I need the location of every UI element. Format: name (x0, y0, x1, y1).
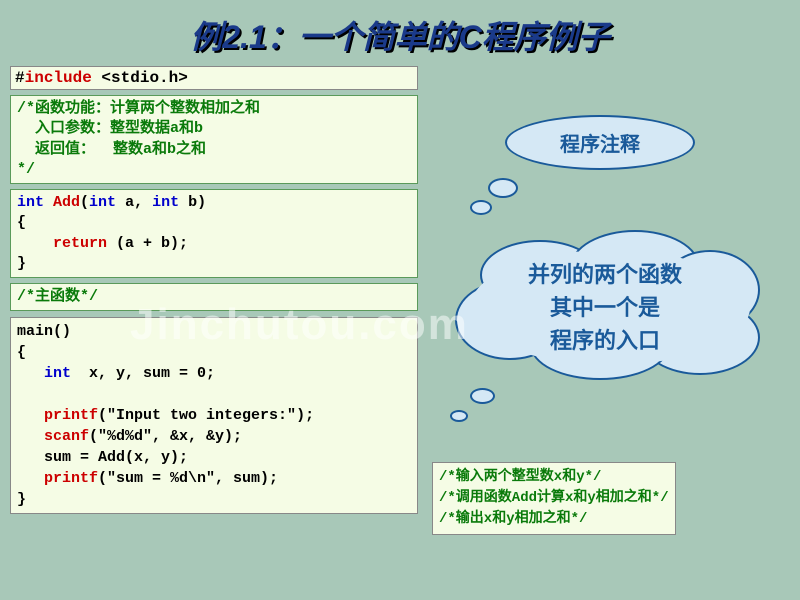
fn-scanf: scanf (44, 428, 89, 445)
kw-int2: int (89, 194, 116, 211)
indent (17, 235, 53, 252)
kw-return: return (53, 235, 107, 252)
blank-line (17, 386, 26, 403)
include-header: <stdio.h> (92, 69, 188, 87)
kw-int-main: int (44, 365, 71, 382)
sum-assign: sum = Add(x, y); (17, 449, 188, 466)
indent2 (17, 365, 44, 382)
cloud-text: 并列的两个函数 其中一个是 程序的入口 (440, 258, 770, 357)
main-comment: /*主函数*/ (10, 283, 418, 311)
include-line: #include <stdio.h> (10, 66, 418, 90)
thought-bubble-dot (470, 388, 495, 404)
thought-bubble-dot (450, 410, 468, 422)
side-comments-block: /*输入两个整型数x和y*/ /*调用函数Add计算x和y相加之和*/ /*输出… (432, 462, 676, 535)
thought-bubble-dot (470, 200, 492, 215)
return-expr: (a + b); (107, 235, 188, 252)
main-brace-open: { (17, 344, 26, 361)
indent4 (17, 428, 44, 445)
scanf-args: ("%d%d", &x, &y); (89, 428, 242, 445)
kw-int: int (17, 194, 53, 211)
paren: ( (80, 194, 89, 211)
main-decl: main() (17, 323, 71, 340)
cloud-line2: 其中一个是 (440, 291, 770, 324)
main-brace-close: } (17, 491, 26, 508)
fn-printf1: printf (44, 407, 98, 424)
add-function-block: int Add(int a, int b) { return (a + b); … (10, 189, 418, 278)
param-a: a, (116, 194, 152, 211)
brace-close: } (17, 255, 26, 272)
printf2-args: ("sum = %d\n", sum); (98, 470, 278, 487)
main-function-block: main() { int x, y, sum = 0; printf("Inpu… (10, 317, 418, 514)
brace-open: { (17, 214, 26, 231)
annotation-cloud-functions: 并列的两个函数 其中一个是 程序的入口 (440, 230, 770, 380)
printf1-args: ("Input two integers:"); (98, 407, 314, 424)
vars-decl: x, y, sum = 0; (71, 365, 215, 382)
fn-name-add: Add (53, 194, 80, 211)
slide-title: 例2.1：一个简单的C程序例子 (0, 0, 800, 66)
param-b: b) (179, 194, 206, 211)
annotation-bubble-comments: 程序注释 (505, 115, 695, 170)
include-keyword: include (25, 69, 92, 87)
indent5 (17, 470, 44, 487)
cloud-line1: 并列的两个函数 (440, 258, 770, 291)
kw-int3: int (152, 194, 179, 211)
thought-bubble-dot (488, 178, 518, 198)
hash: # (15, 69, 25, 87)
bubble1-text: 程序注释 (560, 128, 640, 157)
indent3 (17, 407, 44, 424)
cloud-line3: 程序的入口 (440, 324, 770, 357)
function-comment-block: /*函数功能：计算两个整数相加之和 入口参数：整型数据a和b 返回值： 整数a和… (10, 95, 418, 184)
fn-printf2: printf (44, 470, 98, 487)
